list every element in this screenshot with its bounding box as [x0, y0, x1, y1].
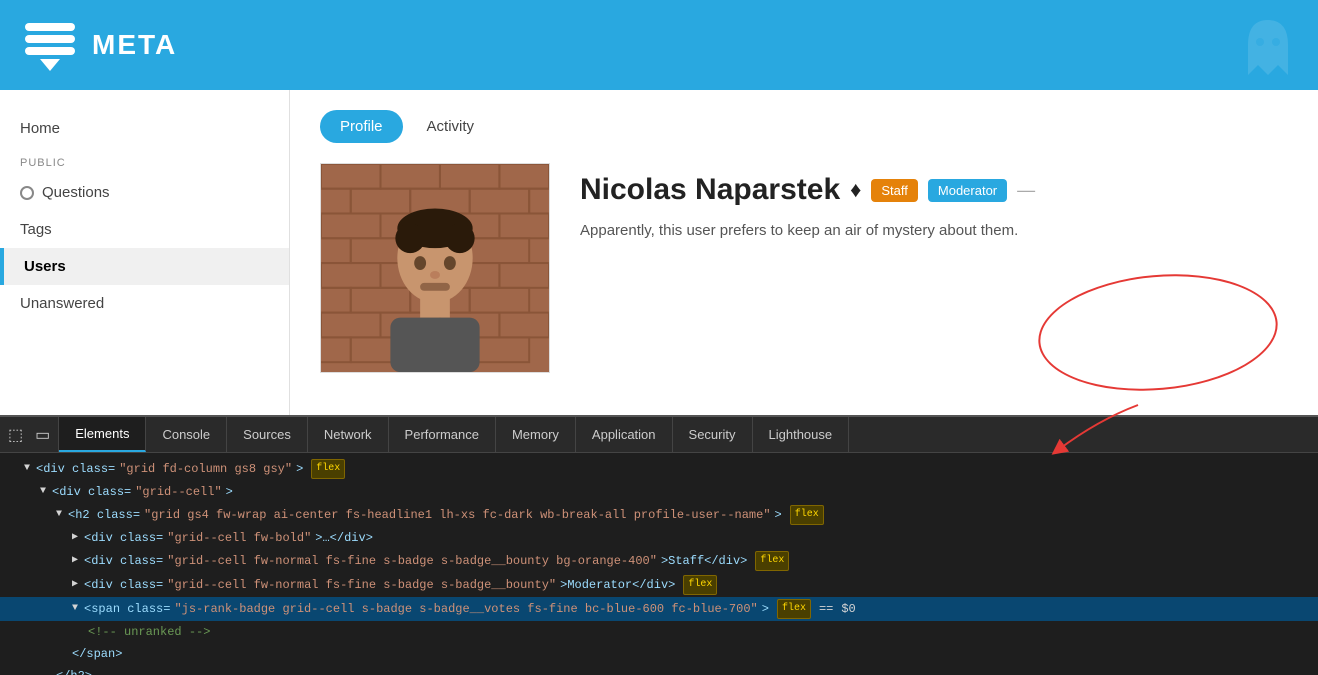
devtools-tab-network[interactable]: Network — [308, 417, 389, 452]
devtools-tab-sources[interactable]: Sources — [227, 417, 308, 452]
cursor-icon[interactable]: ⬚ — [8, 425, 23, 445]
dt-arrow-1: ▼ — [24, 460, 30, 478]
tabs-row: Profile Activity — [320, 110, 1288, 143]
flex-badge-5: flex — [777, 599, 811, 619]
dt-arrow-5: ▶ — [72, 552, 78, 570]
logo-text: META — [92, 29, 177, 61]
sidebar-item-home[interactable]: Home — [0, 110, 289, 147]
badge-moderator[interactable]: Moderator — [928, 179, 1007, 202]
dash-separator: — — [1017, 180, 1035, 201]
users-label: Users — [24, 258, 66, 275]
ghost-icon — [1238, 10, 1298, 80]
sidebar: Home PUBLIC Questions Tags Users Unanswe… — [0, 90, 290, 415]
profile-bio: Apparently, this user prefers to keep an… — [580, 222, 1288, 239]
tags-label: Tags — [20, 221, 52, 238]
home-label: Home — [20, 120, 60, 137]
profile-info: Nicolas Naparstek ♦ Staff Moderator — Ap… — [580, 163, 1288, 239]
dt-arrow-4: ▶ — [72, 529, 78, 547]
unanswered-label: Unanswered — [20, 295, 104, 312]
tab-profile[interactable]: Profile — [320, 110, 403, 143]
dt-line-7-selected[interactable]: ▼ <span class="js-rank-badge grid--cell … — [0, 597, 1318, 621]
devtools-tab-elements[interactable]: Elements — [59, 417, 146, 452]
flex-badge-3: flex — [755, 551, 789, 571]
devtools-tab-lighthouse[interactable]: Lighthouse — [753, 417, 850, 452]
badge-staff[interactable]: Staff — [871, 179, 918, 202]
top-nav: META — [0, 0, 1318, 90]
questions-label: Questions — [42, 184, 110, 201]
dt-arrow-2: ▼ — [40, 483, 46, 501]
dt-line-4[interactable]: ▶ <div class="grid--cell fw-bold">…</div… — [0, 527, 1318, 549]
profile-name: Nicolas Naparstek — [580, 173, 840, 207]
flex-badge-2: flex — [790, 505, 824, 525]
dt-arrow-7: ▼ — [72, 600, 78, 618]
avatar-image — [321, 163, 549, 373]
devtools-tab-application[interactable]: Application — [576, 417, 673, 452]
logo-icon — [20, 15, 80, 75]
flex-badge-4: flex — [683, 575, 717, 595]
dt-line-8[interactable]: <!-- unranked --> — [0, 621, 1318, 643]
avatar-container — [320, 163, 550, 373]
logo-area: META — [20, 15, 177, 75]
devtools-left-icons: ⬚ ▭ — [0, 417, 59, 452]
sidebar-section-public: PUBLIC — [0, 147, 289, 174]
sidebar-item-tags[interactable]: Tags — [0, 211, 289, 248]
dt-arrow-6: ▶ — [72, 576, 78, 594]
sidebar-item-unanswered[interactable]: Unanswered — [0, 285, 289, 322]
dt-line-10[interactable]: </h2> — [0, 665, 1318, 675]
main-layout: Home PUBLIC Questions Tags Users Unanswe… — [0, 90, 1318, 415]
dt-line-9[interactable]: </span> — [0, 643, 1318, 665]
tab-activity[interactable]: Activity — [407, 110, 495, 143]
avatar — [321, 164, 549, 372]
dt-line-5[interactable]: ▶ <div class="grid--cell fw-normal fs-fi… — [0, 549, 1318, 573]
sidebar-item-questions[interactable]: Questions — [0, 174, 289, 211]
profile-name-row: Nicolas Naparstek ♦ Staff Moderator — — [580, 173, 1288, 207]
dt-line-1[interactable]: ▼ <div class="grid fd-column gs8 gsy"> f… — [0, 457, 1318, 481]
diamond-icon: ♦ — [850, 177, 861, 203]
dt-arrow-3: ▼ — [56, 506, 62, 524]
devtools-tab-performance[interactable]: Performance — [389, 417, 496, 452]
content-area: Profile Activity — [290, 90, 1318, 415]
dt-line-3[interactable]: ▼ <h2 class="grid gs4 fw-wrap ai-center … — [0, 503, 1318, 527]
flex-badge: flex — [311, 459, 345, 479]
annotation-arrow — [1038, 400, 1158, 460]
devtools-content: ▼ <div class="grid fd-column gs8 gsy"> f… — [0, 453, 1318, 675]
devtools-tab-console[interactable]: Console — [146, 417, 227, 452]
devtools-tab-security[interactable]: Security — [673, 417, 753, 452]
globe-icon — [20, 186, 34, 200]
dt-line-6[interactable]: ▶ <div class="grid--cell fw-normal fs-fi… — [0, 573, 1318, 597]
profile-area: Nicolas Naparstek ♦ Staff Moderator — Ap… — [320, 163, 1288, 373]
devtools-tab-memory[interactable]: Memory — [496, 417, 576, 452]
mobile-icon[interactable]: ▭ — [35, 425, 50, 445]
sidebar-item-users[interactable]: Users — [0, 248, 289, 285]
dt-line-2[interactable]: ▼ <div class="grid--cell"> — [0, 481, 1318, 503]
